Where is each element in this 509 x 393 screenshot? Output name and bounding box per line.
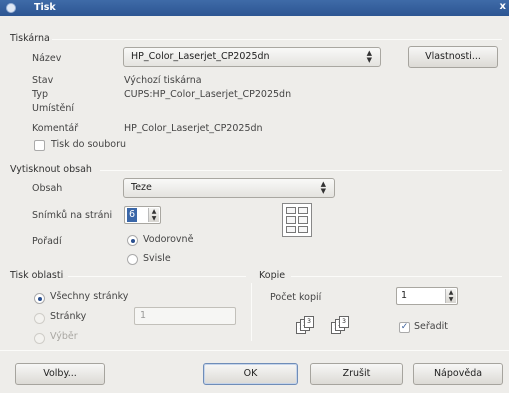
order-vertical-radio[interactable] [127, 254, 138, 265]
print-range-section-divider [68, 276, 246, 277]
collate-checkbox[interactable]: ✓ [399, 322, 410, 333]
order-vertical-label[interactable]: Svisle [143, 253, 171, 264]
range-selection-label: Výběr [50, 331, 78, 342]
range-pages-radio[interactable] [34, 313, 45, 324]
order-label: Pořadí [32, 236, 62, 247]
collate-label[interactable]: Seřadit [414, 321, 448, 332]
print-to-file-checkbox[interactable] [34, 140, 45, 151]
type-label: Typ [32, 89, 48, 100]
range-all-radio[interactable] [34, 293, 45, 304]
title-bar: Tisk x [0, 0, 509, 16]
content-label: Obsah [32, 183, 63, 194]
printer-section-divider [52, 39, 502, 40]
cancel-button[interactable]: Zrušit [310, 363, 403, 385]
ok-button[interactable]: OK [203, 363, 298, 385]
combo-arrows-icon: ▲ ▼ [320, 180, 326, 195]
content-section-divider [100, 170, 502, 171]
spin-arrows-icon[interactable]: ▲ ▼ [148, 208, 159, 222]
content-section-title: Vytisknout obsah [10, 164, 92, 175]
copies-count-label: Počet kopií [270, 292, 322, 303]
copies-section-title: Kopie [259, 270, 286, 281]
collated-pages-icon: 1 2 3 [331, 316, 349, 334]
range-selection-radio [34, 333, 45, 344]
printer-name-value: HP_Color_Laserjet_CP2025dn [131, 51, 270, 62]
slides-per-page-spinner[interactable]: 6 ▲ ▼ [124, 206, 161, 224]
slides-per-page-value: 6 [127, 208, 138, 222]
options-button[interactable]: Volby... [15, 363, 105, 385]
type-value: CUPS:HP_Color_Laserjet_CP2025dn [124, 89, 292, 100]
uncollated-pages-icon: 1 2 3 [296, 316, 314, 334]
print-range-section-title: Tisk oblasti [10, 270, 64, 281]
close-icon[interactable]: x [500, 1, 506, 12]
copies-count-spinner[interactable]: 1 ▲ ▼ [396, 287, 458, 305]
printer-section-title: Tiskárna [10, 33, 50, 44]
status-label: Stav [32, 75, 54, 86]
comment-label: Komentář [32, 123, 79, 134]
order-horizontal-radio[interactable] [127, 235, 138, 246]
copies-section-divider [291, 276, 502, 277]
slides-per-page-label: Snímků na stráni [32, 210, 113, 221]
order-horizontal-label[interactable]: Vodorovně [143, 234, 193, 245]
properties-button[interactable]: Vlastnosti... [408, 46, 498, 68]
content-value: Teze [131, 182, 152, 193]
range-pages-input[interactable]: 1 [134, 307, 236, 325]
content-combo[interactable]: Teze ▲ ▼ [123, 178, 335, 198]
help-button[interactable]: Nápověda [413, 363, 503, 385]
comment-value: HP_Color_Laserjet_CP2025dn [124, 123, 263, 134]
app-icon [6, 3, 16, 13]
print-to-file-label[interactable]: Tisk do souboru [51, 139, 126, 150]
copies-count-value: 1 [401, 290, 408, 301]
slide-layout-preview-icon [282, 203, 312, 237]
range-pages-label[interactable]: Stránky [50, 311, 86, 322]
footer-divider [0, 350, 509, 351]
printer-name-label: Název [32, 53, 62, 64]
window-title: Tisk [34, 2, 56, 13]
range-all-label[interactable]: Všechny stránky [50, 291, 128, 302]
printer-name-combo[interactable]: HP_Color_Laserjet_CP2025dn ▲ ▼ [123, 47, 381, 67]
location-label: Umístění [32, 103, 75, 114]
copies-vertical-divider [251, 283, 252, 341]
combo-arrows-icon: ▲ ▼ [366, 49, 372, 64]
spin-arrows-icon[interactable]: ▲ ▼ [445, 289, 456, 303]
status-value: Výchozí tiskárna [124, 75, 202, 86]
